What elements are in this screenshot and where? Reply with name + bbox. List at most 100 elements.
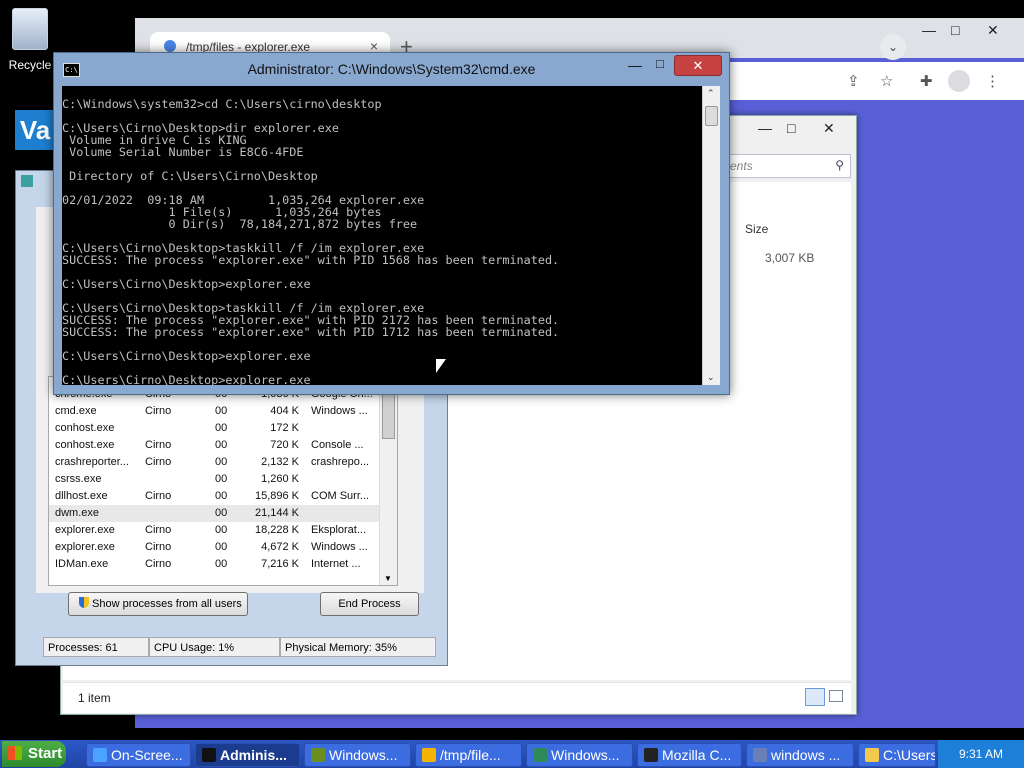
process-desc: Internet ... <box>311 558 361 570</box>
process-name: dllhost.exe <box>55 490 108 502</box>
taskbar-button[interactable]: Mozilla C... <box>637 743 742 767</box>
taskbar-app-icon <box>202 748 216 762</box>
taskbar-button[interactable]: Windows... <box>526 743 633 767</box>
taskbar-app-icon <box>865 748 879 762</box>
details-view-icon[interactable] <box>805 688 825 706</box>
process-mem: 4,672 K <box>261 541 299 553</box>
process-row[interactable]: explorer.exe Cirno 00 4,672 K Windows ... <box>49 539 379 556</box>
process-row[interactable]: csrss.exe 00 1,260 K <box>49 471 379 488</box>
process-name: explorer.exe <box>55 524 115 536</box>
taskbar-button[interactable]: On-Scree... <box>86 743 191 767</box>
taskbar-button-label: Adminis... <box>220 747 287 763</box>
process-desc: Eksplorat... <box>311 524 367 536</box>
size-column-header[interactable]: Size <box>745 222 768 236</box>
taskbar-app-icon <box>753 748 767 762</box>
taskbar-button-label: windows ... <box>771 747 841 763</box>
start-button[interactable]: Start <box>2 741 66 767</box>
scrollbar-down-icon[interactable]: ▼ <box>384 574 392 583</box>
explorer-search-input[interactable]: ents ⚲ <box>725 154 851 178</box>
process-cpu: 00 <box>215 490 228 502</box>
va-shortcut-icon[interactable]: Va <box>15 110 55 150</box>
search-placeholder: ents <box>730 159 753 173</box>
process-user: Cirno <box>145 558 172 570</box>
extensions-icon[interactable]: ✚ <box>920 72 933 90</box>
process-mem: 720 K <box>270 439 299 451</box>
process-user: Cirno <box>145 490 172 502</box>
cmd-maximize-icon[interactable]: □ <box>656 56 664 71</box>
process-row[interactable]: crashreporter... Cirno 00 2,132 K crashrepo.… <box>49 454 379 471</box>
taskbar-app-icon <box>533 748 547 762</box>
process-mem: 7,216 K <box>261 558 299 570</box>
end-process-button[interactable]: End Process <box>320 592 419 616</box>
process-cpu: 00 <box>215 541 228 553</box>
process-cpu: 00 <box>215 422 228 434</box>
cmd-console[interactable]: C:\Windows\system32>cd C:\Users\cirno\de… <box>62 86 702 385</box>
explorer-minimize-icon[interactable]: — <box>758 120 772 136</box>
process-name: cmd.exe <box>55 405 97 417</box>
process-list[interactable]: IDMan.exe Cirno 00 7,216 K Internet ... explo… <box>48 376 398 586</box>
chrome-close-icon[interactable]: ✕ <box>987 22 999 39</box>
scrollbar-thumb[interactable] <box>382 389 395 439</box>
share-icon[interactable]: ⇪ <box>847 72 860 90</box>
taskbar-button[interactable]: windows ... <box>746 743 854 767</box>
recycle-bin-icon[interactable]: Recycle <box>4 8 56 72</box>
cmd-close-button[interactable]: ✕ <box>674 55 722 76</box>
process-name: conhost.exe <box>55 439 115 451</box>
cmd-scroll-down-icon[interactable]: ⌄ <box>707 372 715 383</box>
process-mem: 172 K <box>270 422 299 434</box>
process-mem: 404 K <box>270 405 299 417</box>
taskbar-button[interactable]: Windows... <box>304 743 411 767</box>
taskbar-app-icon <box>93 748 107 762</box>
tab-favicon-icon <box>164 40 176 52</box>
cmd-minimize-icon[interactable]: — <box>628 57 642 73</box>
process-list-scrollbar[interactable]: ▲ ▼ <box>379 377 397 585</box>
process-user: Cirno <box>145 439 172 451</box>
explorer-maximize-icon[interactable]: □ <box>787 120 795 136</box>
taskbar-button[interactable]: Adminis... <box>195 743 300 767</box>
process-name: explorer.exe <box>55 541 115 553</box>
large-icons-view-icon[interactable] <box>829 690 843 702</box>
cmd-titlebar[interactable]: C:\ Administrator: C:\Windows\System32\c… <box>54 53 729 85</box>
cmd-scroll-up-icon[interactable]: ⌃ <box>707 88 715 99</box>
process-user: Cirno <box>145 541 172 553</box>
file-size-value: 3,007 KB <box>765 251 815 265</box>
va-glyph: Va <box>15 110 55 150</box>
taskbar-button-label: Mozilla C... <box>662 747 732 763</box>
process-row[interactable]: dllhost.exe Cirno 00 15,896 K COM Surr... <box>49 488 379 505</box>
explorer-close-icon[interactable]: ✕ <box>823 120 835 137</box>
process-row[interactable]: conhost.exe Cirno 00 720 K Console ... <box>49 437 379 454</box>
process-desc: Console ... <box>311 439 364 451</box>
chrome-menu-icon[interactable]: ⋮ <box>985 72 1000 90</box>
process-desc: COM Surr... <box>311 490 370 502</box>
cmd-scrollbar[interactable]: ⌃ ⌄ <box>702 86 720 385</box>
system-tray[interactable]: 9:31 AM <box>938 740 1024 768</box>
taskbar-button-label: On-Scree... <box>111 747 183 763</box>
process-row[interactable]: IDMan.exe Cirno 00 7,216 K Internet ... <box>49 556 379 573</box>
explorer-statusbar: 1 item <box>63 682 851 713</box>
process-cpu: 00 <box>215 456 228 468</box>
taskbar-button[interactable]: /tmp/file... <box>415 743 522 767</box>
process-mem: 15,896 K <box>254 490 299 502</box>
profile-avatar-icon[interactable] <box>948 70 970 92</box>
bookmark-star-icon[interactable]: ☆ <box>880 72 893 90</box>
taskbar-button[interactable]: C:\Users\... <box>858 743 936 767</box>
show-all-processes-button[interactable]: Show processes from all users <box>68 592 248 616</box>
process-row[interactable]: conhost.exe 00 172 K <box>49 420 379 437</box>
chrome-maximize-icon[interactable]: □ <box>951 22 959 38</box>
process-desc: crashrepo... <box>311 456 370 468</box>
process-cpu: 00 <box>215 473 228 485</box>
process-desc: Windows ... <box>311 405 368 417</box>
process-cpu: 00 <box>215 507 228 519</box>
cmd-scroll-thumb[interactable] <box>705 106 718 126</box>
search-icon: ⚲ <box>835 158 844 172</box>
taskbar-app-icon <box>644 748 658 762</box>
process-row[interactable]: dwm.exe 00 21,144 K <box>49 505 379 522</box>
mouse-cursor-icon <box>436 359 446 373</box>
process-row[interactable]: cmd.exe Cirno 00 404 K Windows ... <box>49 403 379 420</box>
chrome-minimize-icon[interactable]: — <box>922 22 936 38</box>
start-label: Start <box>28 745 63 762</box>
tab-search-icon[interactable]: ⌄ <box>880 34 906 60</box>
process-name: dwm.exe <box>55 507 100 519</box>
process-row[interactable]: explorer.exe Cirno 00 18,228 K Eksplorat... <box>49 522 379 539</box>
clock: 9:31 AM <box>958 747 1004 761</box>
